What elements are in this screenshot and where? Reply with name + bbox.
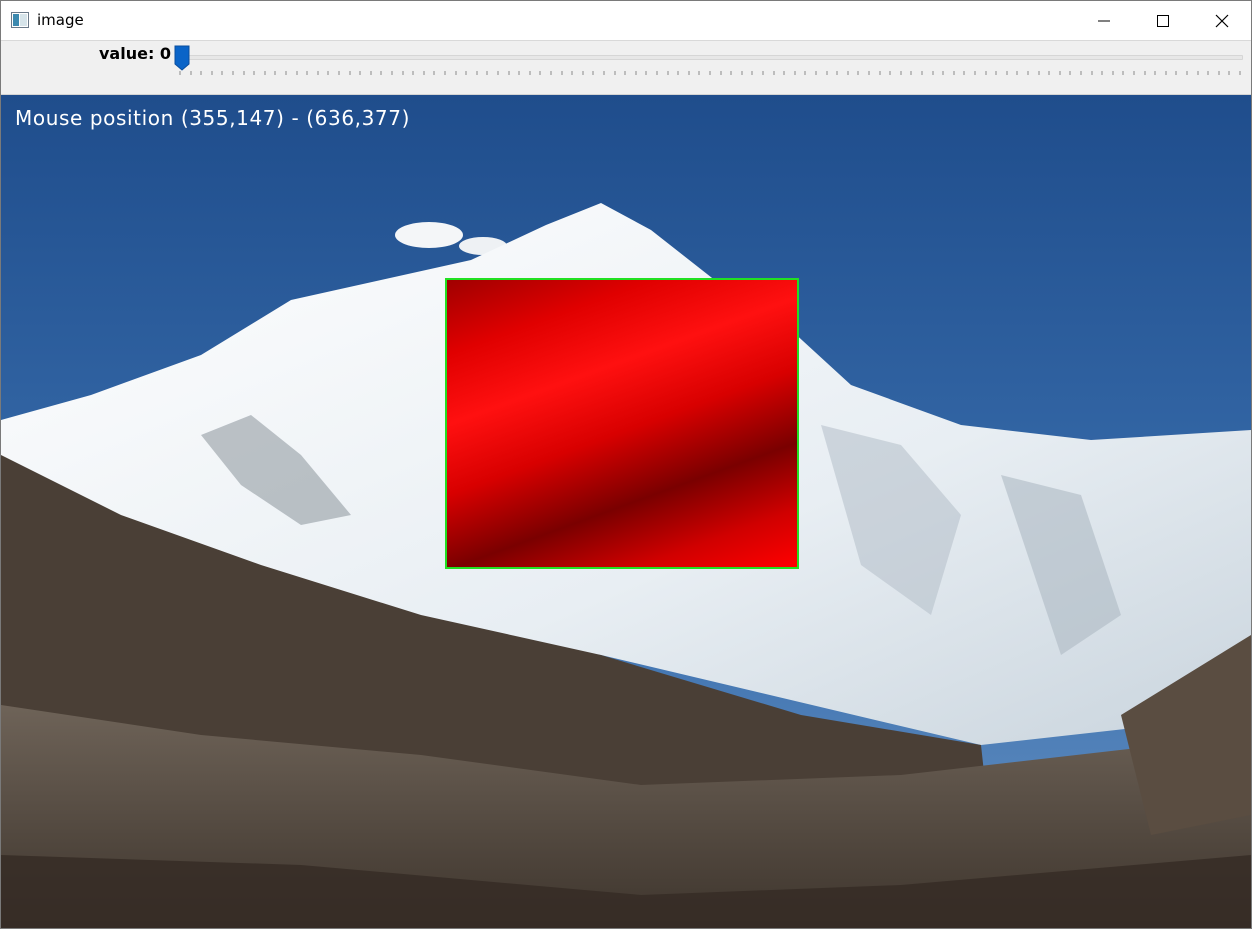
trackbar-value: 0 bbox=[159, 44, 172, 63]
trackbar-name: value bbox=[99, 44, 148, 63]
window-title: image bbox=[37, 11, 84, 29]
close-icon bbox=[1215, 14, 1229, 27]
trackbar-thumb[interactable] bbox=[174, 45, 190, 71]
mouse-position-text: Mouse position (355,147) - (636,377) bbox=[15, 106, 410, 130]
maximize-button[interactable] bbox=[1134, 1, 1192, 40]
minimize-icon bbox=[1098, 20, 1110, 21]
app-window: image value: 0 Mouse position (355,147) … bbox=[0, 0, 1252, 929]
image-canvas[interactable]: Mouse position (355,147) - (636,377) bbox=[1, 95, 1251, 928]
minimize-button[interactable] bbox=[1075, 1, 1133, 40]
trackbar-label: value: 0 bbox=[99, 44, 172, 63]
trackbar-track[interactable] bbox=[179, 55, 1243, 60]
close-button[interactable] bbox=[1193, 1, 1251, 40]
trackbar-ticks bbox=[179, 71, 1241, 75]
app-window-icon bbox=[11, 12, 29, 28]
selection-rectangle bbox=[445, 278, 799, 569]
trackbar-panel: value: 0 bbox=[1, 41, 1251, 95]
maximize-icon bbox=[1157, 14, 1169, 27]
title-bar[interactable]: image bbox=[1, 1, 1251, 41]
